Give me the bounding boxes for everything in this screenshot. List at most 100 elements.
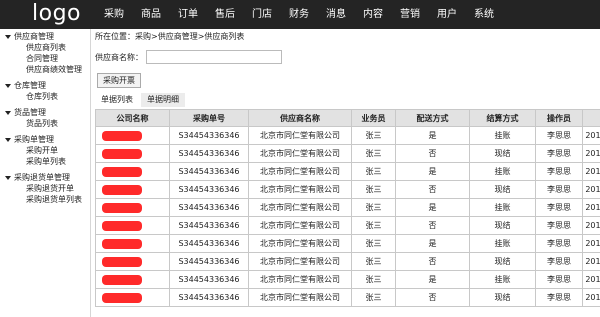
table-row[interactable]: S34454336346 北京市同仁堂有限公司 张三 是 挂账 李思思 2017… — [95, 162, 600, 181]
table-row[interactable]: S34454336346 北京市同仁堂有限公司 张三 是 挂账 李思思 2017… — [95, 198, 600, 217]
company-cell — [95, 216, 170, 235]
redaction-mark — [102, 130, 142, 141]
sidebar-group-supplier: 供应商管理 供应商列表 合同管理 供应商绩效管理 — [0, 31, 90, 75]
nav-item-purchase[interactable]: 采购 — [100, 0, 128, 29]
table-row[interactable]: S34454336346 北京市同仁堂有限公司 张三 是 挂账 李思思 2017… — [95, 270, 600, 289]
sidebar-group-warehouse: 仓库管理 仓库列表 — [0, 80, 90, 102]
column-header-settlement[interactable]: 结算方式 — [469, 109, 536, 127]
settlement-cell: 挂账 — [469, 234, 536, 253]
company-cell — [95, 126, 170, 145]
supplier-cell: 北京市同仁堂有限公司 — [248, 162, 352, 181]
salesperson-cell: 张三 — [351, 288, 396, 307]
order-table: 公司名称 采购单号 供应商名称 业务员 配送方式 结算方式 操作员 S34454… — [95, 109, 600, 307]
nav-item-marketing[interactable]: 营销 — [396, 0, 424, 29]
operator-cell: 李思思 — [535, 270, 583, 289]
tab-document-list[interactable]: 单据列表 — [95, 93, 139, 107]
sidebar-group-label: 采购单管理 — [14, 135, 54, 144]
company-cell — [95, 234, 170, 253]
nav-item-stores[interactable]: 门店 — [248, 0, 276, 29]
operator-cell: 李思思 — [535, 126, 583, 145]
table-row[interactable]: S34454336346 北京市同仁堂有限公司 张三 否 现结 李思思 2017… — [95, 180, 600, 199]
table-row[interactable]: S34454336346 北京市同仁堂有限公司 张三 否 现结 李思思 2017… — [95, 252, 600, 271]
sidebar-item-goods-list[interactable]: 货品列表 — [0, 118, 90, 129]
sidebar-item-warehouse-list[interactable]: 仓库列表 — [0, 91, 90, 102]
caret-down-icon — [5, 83, 11, 88]
column-header-order-no[interactable]: 采购单号 — [169, 109, 249, 127]
supplier-cell: 北京市同仁堂有限公司 — [248, 252, 352, 271]
nav-item-users[interactable]: 用户 — [433, 0, 461, 29]
settlement-cell: 挂账 — [469, 126, 536, 145]
supplier-cell: 北京市同仁堂有限公司 — [248, 126, 352, 145]
supplier-cell: 北京市同仁堂有限公司 — [248, 288, 352, 307]
date-cell: 2017-0 — [582, 180, 600, 199]
operator-cell: 李思思 — [535, 180, 583, 199]
column-header-date[interactable] — [582, 109, 600, 127]
table-row[interactable]: S34454336346 北京市同仁堂有限公司 张三 否 现结 李思思 2017… — [95, 144, 600, 163]
nav-item-orders[interactable]: 订单 — [174, 0, 202, 29]
sidebar-item-create-purchase[interactable]: 采购开单 — [0, 145, 90, 156]
table-row[interactable]: S34454336346 北京市同仁堂有限公司 张三 是 挂账 李思思 2017… — [95, 126, 600, 145]
tabs: 单据列表 单据明细 — [95, 93, 187, 107]
settlement-cell: 现结 — [469, 144, 536, 163]
date-cell: 2017-0 — [582, 216, 600, 235]
order-no-cell: S34454336346 — [169, 162, 249, 181]
top-nav: 采购 商品 订单 售后 门店 财务 消息 内容 营销 用户 系统 — [100, 0, 507, 29]
order-no-cell: S34454336346 — [169, 270, 249, 289]
table-row[interactable]: S34454336346 北京市同仁堂有限公司 张三 否 现结 李思思 2017… — [95, 288, 600, 307]
nav-item-after-sales[interactable]: 售后 — [211, 0, 239, 29]
sidebar-item-supplier-list[interactable]: 供应商列表 — [0, 42, 90, 53]
top-bar: logo 采购 商品 订单 售后 门店 财务 消息 内容 营销 用户 系统 — [0, 0, 600, 29]
sidebar-item-supplier-performance[interactable]: 供应商绩效管理 — [0, 64, 90, 75]
company-cell — [95, 180, 170, 199]
column-header-company[interactable]: 公司名称 — [95, 109, 170, 127]
nav-item-system[interactable]: 系统 — [470, 0, 498, 29]
date-cell: 2017-0 — [582, 198, 600, 217]
delivery-cell: 否 — [395, 180, 470, 199]
purchase-invoice-button[interactable]: 采购开票 — [97, 73, 141, 88]
settlement-cell: 挂账 — [469, 270, 536, 289]
sidebar-group-title[interactable]: 货品管理 — [0, 107, 90, 118]
nav-item-goods[interactable]: 商品 — [137, 0, 165, 29]
sidebar-item-contract[interactable]: 合同管理 — [0, 53, 90, 64]
tab-document-detail[interactable]: 单据明细 — [141, 93, 185, 107]
supplier-cell: 北京市同仁堂有限公司 — [248, 234, 352, 253]
nav-item-messages[interactable]: 消息 — [322, 0, 350, 29]
delivery-cell: 是 — [395, 234, 470, 253]
operator-cell: 李思思 — [535, 198, 583, 217]
column-header-delivery[interactable]: 配送方式 — [395, 109, 470, 127]
operator-cell: 李思思 — [535, 288, 583, 307]
settlement-cell: 挂账 — [469, 162, 536, 181]
order-no-cell: S34454336346 — [169, 234, 249, 253]
sidebar-group-title[interactable]: 供应商管理 — [0, 31, 90, 42]
company-cell — [95, 162, 170, 181]
sidebar-item-create-return[interactable]: 采购退货开单 — [0, 183, 90, 194]
table-row[interactable]: S34454336346 北京市同仁堂有限公司 张三 否 现结 李思思 2017… — [95, 216, 600, 235]
caret-down-icon — [5, 137, 11, 142]
table-row[interactable]: S34454336346 北京市同仁堂有限公司 张三 是 挂账 李思思 2017… — [95, 234, 600, 253]
company-cell — [95, 270, 170, 289]
operator-cell: 李思思 — [535, 162, 583, 181]
column-header-operator[interactable]: 操作员 — [535, 109, 583, 127]
sidebar-group-label: 货品管理 — [14, 108, 46, 117]
column-header-salesperson[interactable]: 业务员 — [351, 109, 396, 127]
search-label: 供应商名称： — [95, 52, 143, 62]
redaction-mark — [102, 220, 142, 231]
nav-item-finance[interactable]: 财务 — [285, 0, 313, 29]
sidebar-group-title[interactable]: 采购退货单管理 — [0, 172, 90, 183]
supplier-cell: 北京市同仁堂有限公司 — [248, 216, 352, 235]
sidebar-group-title[interactable]: 仓库管理 — [0, 80, 90, 91]
sidebar-group-purchase-order: 采购单管理 采购开单 采购单列表 — [0, 134, 90, 167]
sidebar-group-purchase-return: 采购退货单管理 采购退货开单 采购退货单列表 — [0, 172, 90, 205]
operator-cell: 李思思 — [535, 252, 583, 271]
sidebar-item-purchase-list[interactable]: 采购单列表 — [0, 156, 90, 167]
salesperson-cell: 张三 — [351, 144, 396, 163]
sidebar-group-title[interactable]: 采购单管理 — [0, 134, 90, 145]
caret-down-icon — [5, 34, 11, 39]
date-cell: 2017-0 — [582, 162, 600, 181]
column-header-supplier[interactable]: 供应商名称 — [248, 109, 352, 127]
sidebar-item-return-list[interactable]: 采购退货单列表 — [0, 194, 90, 205]
supplier-name-input[interactable] — [146, 50, 282, 64]
salesperson-cell: 张三 — [351, 180, 396, 199]
order-table-container[interactable]: 公司名称 采购单号 供应商名称 业务员 配送方式 结算方式 操作员 S34454… — [95, 109, 600, 317]
nav-item-content[interactable]: 内容 — [359, 0, 387, 29]
